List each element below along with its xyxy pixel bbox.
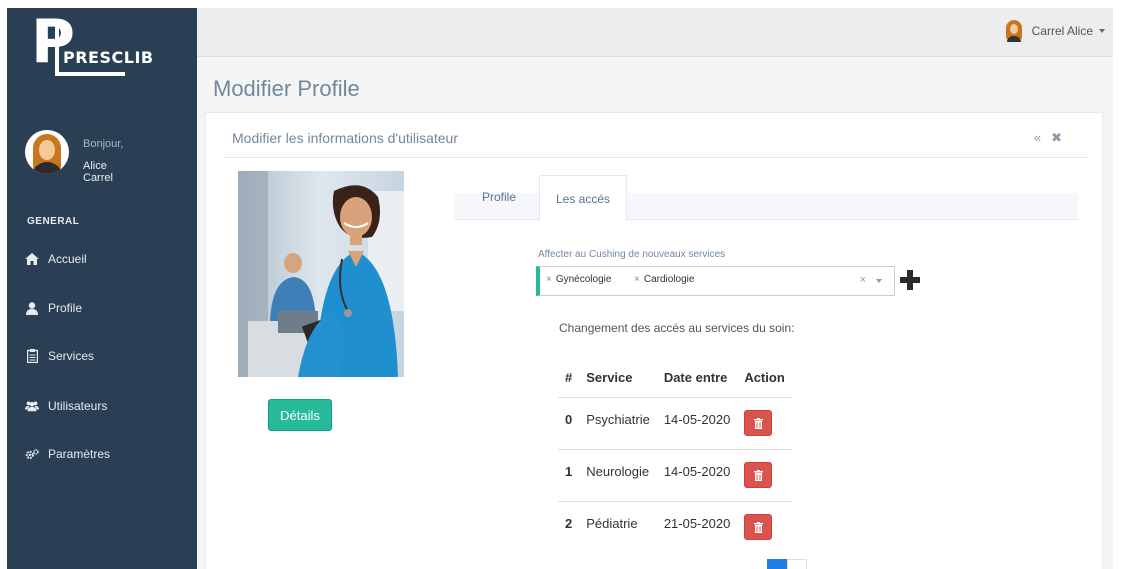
panel-divider	[224, 157, 1088, 158]
sidebar-item-label: Paramètres	[48, 447, 111, 461]
top-navbar: Carrel Alice	[197, 8, 1113, 57]
logo-bar-vertical	[55, 24, 59, 76]
profile-photo	[238, 171, 404, 377]
date-cell: 14-05-2020	[656, 449, 738, 502]
home-icon	[25, 253, 39, 265]
date-cell: 21-05-2020	[663, 516, 731, 531]
sidebar-item-label: Utilisateurs	[48, 399, 108, 413]
services-multiselect[interactable]: × Gynécologie × Cardiologie ×	[536, 266, 895, 296]
delete-button[interactable]	[744, 462, 773, 488]
delete-button[interactable]	[744, 410, 773, 436]
row-index: 0	[558, 397, 580, 450]
cogs-icon	[25, 448, 39, 461]
table-row: 0 Psychiatrie 14-05-2020	[558, 397, 792, 450]
chip-label: Gynécologie	[555, 274, 612, 285]
panel-title: Modifier les informations d'utilisateur	[232, 130, 458, 146]
greeting-text: Bonjour,	[83, 138, 124, 150]
logo-text: PRESCLIB	[63, 48, 154, 67]
action-cell	[737, 502, 791, 554]
avatar	[25, 130, 69, 174]
dropdown-arrow-icon[interactable]	[876, 279, 882, 283]
trash-icon	[753, 469, 763, 481]
access-table: # Service Date entre Action 0 Psychiatri…	[558, 357, 792, 554]
caret-down-icon	[1099, 29, 1105, 33]
sidebar-item-parametres[interactable]: Paramètres	[7, 439, 197, 469]
column-header: Service	[579, 357, 657, 398]
edit-profile-panel: Modifier les informations d'utilisateur …	[205, 112, 1103, 569]
sidebar-item-utilisateurs[interactable]: Utilisateurs	[7, 391, 197, 421]
chip-label: Cardiologie	[643, 274, 695, 285]
sidebar-profile: Bonjour, Alice Carrel	[7, 126, 197, 196]
sidebar: P PRESCLIB Bonjour, Alice Carrel GENERAL…	[7, 8, 197, 569]
users-icon	[25, 400, 39, 412]
clipboard-icon	[25, 349, 39, 363]
menu-section-title: GENERAL	[27, 216, 80, 227]
page-title: Modifier Profile	[213, 76, 360, 101]
app-frame: P PRESCLIB Bonjour, Alice Carrel GENERAL…	[7, 8, 1113, 569]
pagination: 0 1	[767, 559, 807, 569]
sidebar-item-services[interactable]: Services	[7, 341, 197, 371]
service-cell: Pédiatrie	[586, 516, 638, 531]
user-last-name: Carrel	[83, 172, 113, 184]
trash-icon	[753, 521, 763, 533]
table-header-row: # Service Date entre Action	[558, 357, 792, 398]
user-menu-name: Carrel Alice	[1031, 24, 1093, 38]
column-header: #	[558, 357, 580, 398]
tab-profile[interactable]: Profile	[474, 175, 524, 219]
action-cell	[737, 397, 792, 450]
tab-acces[interactable]: Les accés	[539, 175, 627, 221]
logo[interactable]: P PRESCLIB	[17, 12, 187, 82]
table-row: 1 Neurologie 14-05-2020	[558, 449, 792, 502]
service-cell: Psychiatrie	[579, 397, 657, 450]
sidebar-item-label: Services	[48, 349, 95, 363]
date-cell: 14-05-2020	[656, 397, 738, 450]
row-index: 1	[558, 449, 580, 502]
close-icon[interactable]: ✖	[1051, 130, 1062, 146]
panel-toolbox: « ✖	[1034, 130, 1062, 146]
avatar	[1004, 20, 1024, 42]
logo-bar-horizontal	[55, 72, 125, 76]
assign-services-label: Affecter au Cushing de nouveaux services	[538, 249, 726, 260]
add-service-button[interactable]	[900, 270, 920, 290]
action-cell	[737, 449, 792, 502]
sidebar-item-label: Profile	[48, 301, 83, 315]
selected-chip[interactable]: × Gynécologie	[546, 274, 611, 285]
collapse-icon[interactable]: «	[1034, 130, 1041, 146]
sidebar-item-profile[interactable]: Profile	[7, 293, 197, 323]
sidebar-item-label: Accueil	[48, 252, 87, 266]
remove-chip-icon[interactable]: ×	[546, 274, 552, 285]
service-cell: Neurologie	[579, 449, 657, 502]
user-first-name: Alice	[83, 160, 107, 172]
clear-selection-icon[interactable]: ×	[860, 274, 866, 286]
page-button-current[interactable]: 0	[767, 559, 787, 569]
access-change-label: Changement des accés au services du soin…	[559, 321, 795, 335]
page-button[interactable]: 1	[787, 559, 807, 569]
remove-chip-icon[interactable]: ×	[634, 274, 640, 285]
trash-icon	[753, 417, 763, 429]
sidebar-item-accueil[interactable]: Accueil	[7, 244, 197, 274]
user-menu-toggle[interactable]: Carrel Alice	[1004, 20, 1105, 42]
row-index: 2	[565, 516, 573, 531]
column-header: Action	[737, 357, 792, 398]
column-header: Date entre	[656, 357, 738, 398]
user-icon	[25, 301, 39, 315]
delete-button[interactable]	[744, 514, 773, 540]
details-button[interactable]: Détails	[268, 399, 332, 431]
selected-chip[interactable]: × Cardiologie	[634, 274, 694, 285]
table-row: 2 Pédiatrie 21-05-2020	[558, 502, 792, 554]
